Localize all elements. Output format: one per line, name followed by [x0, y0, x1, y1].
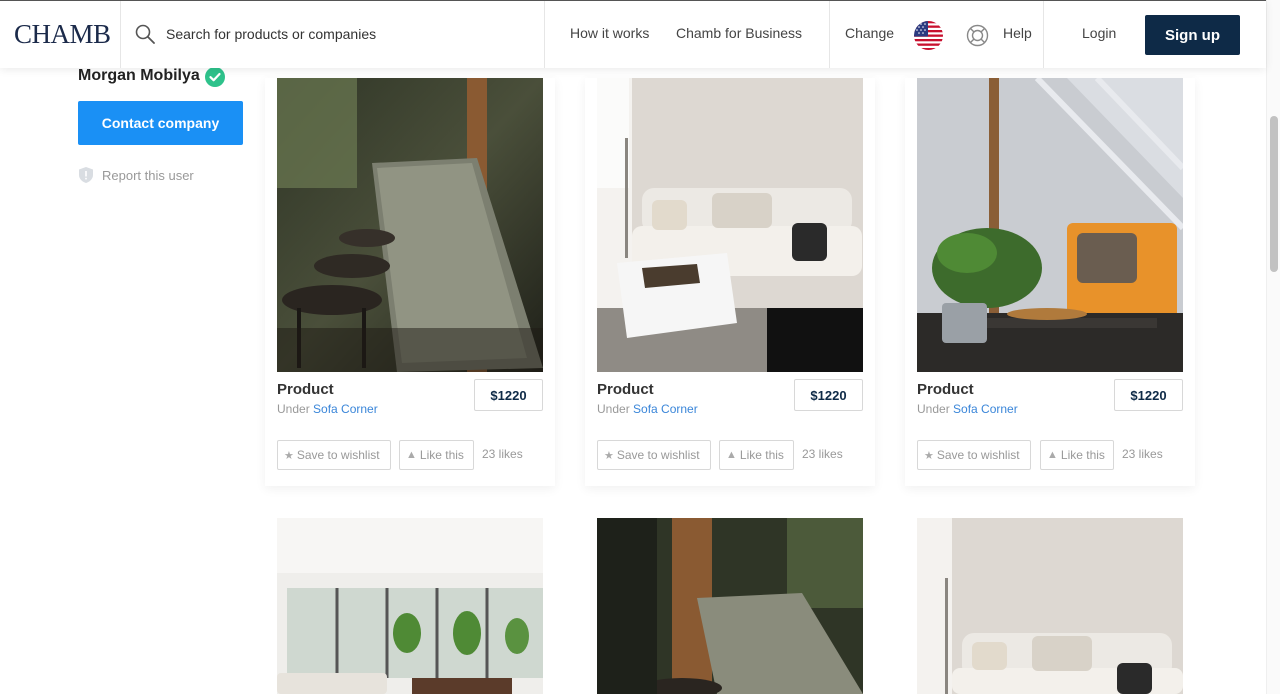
like-button[interactable]: ▲ Like this	[1040, 440, 1114, 470]
save-label: Save to wishlist	[936, 448, 1020, 462]
price-button[interactable]: $1220	[794, 379, 863, 411]
category-link[interactable]: Sofa Corner	[633, 402, 698, 416]
verified-check-icon	[205, 67, 225, 87]
like-button[interactable]: ▲ Like this	[719, 440, 794, 470]
scrollbar-thumb[interactable]	[1270, 116, 1278, 272]
thumbs-up-icon: ▲	[406, 449, 417, 461]
thumbs-up-icon: ▲	[1047, 449, 1058, 461]
product-category-line: Under Sofa Corner	[597, 402, 698, 416]
product-image-orange-chair[interactable]	[917, 78, 1183, 372]
nav-chamb-for-business[interactable]: Chamb for Business	[676, 25, 802, 41]
shield-icon	[79, 167, 93, 183]
likes-count: 23 likes	[482, 447, 523, 461]
product-card[interactable]: Product Under Sofa Corner $1220 ★ Save t…	[265, 78, 555, 486]
login-link[interactable]: Login	[1082, 25, 1116, 41]
report-user-link[interactable]: Report this user	[78, 166, 194, 184]
under-label: Under	[917, 402, 950, 416]
report-user-label: Report this user	[102, 167, 194, 183]
us-flag-icon[interactable]	[914, 21, 943, 50]
thumbs-up-icon: ▲	[726, 449, 737, 461]
save-to-wishlist-button[interactable]: ★ Save to wishlist	[597, 440, 711, 470]
page-scrollbar[interactable]	[1266, 0, 1280, 694]
change-language-link[interactable]: Change	[845, 25, 894, 41]
company-name: Morgan Mobilya	[78, 67, 200, 84]
product-title[interactable]: Product	[277, 381, 334, 398]
like-button[interactable]: ▲ Like this	[399, 440, 474, 470]
product-image-living-room[interactable]	[277, 518, 543, 694]
product-category-line: Under Sofa Corner	[917, 402, 1018, 416]
nav-how-it-works[interactable]: How it works	[570, 25, 649, 41]
search-icon	[135, 24, 155, 44]
divider	[829, 1, 830, 68]
under-label: Under	[597, 402, 630, 416]
likes-count: 23 likes	[1122, 447, 1163, 461]
product-image-white-sofa[interactable]	[917, 518, 1183, 694]
star-icon: ★	[604, 449, 614, 462]
under-label: Under	[277, 402, 310, 416]
product-category-line: Under Sofa Corner	[277, 402, 378, 416]
star-icon: ★	[924, 449, 934, 462]
divider	[120, 1, 121, 68]
product-image-white-sofa[interactable]	[597, 78, 863, 372]
signup-button[interactable]: Sign up	[1145, 15, 1240, 55]
save-label: Save to wishlist	[296, 448, 380, 462]
product-image-outdoor-table[interactable]	[277, 78, 543, 372]
save-to-wishlist-button[interactable]: ★ Save to wishlist	[277, 440, 391, 470]
product-title[interactable]: Product	[597, 381, 654, 398]
category-link[interactable]: Sofa Corner	[953, 402, 1018, 416]
like-label: Like this	[1060, 448, 1105, 462]
top-navbar: CHAMB How it works Chamb for Business Ch…	[0, 0, 1266, 68]
chamb-logo[interactable]: CHAMB	[14, 19, 111, 50]
contact-company-button[interactable]: Contact company	[78, 101, 243, 145]
star-icon: ★	[284, 449, 294, 462]
product-card[interactable]: Product Under Sofa Corner $1220 ★ Save t…	[585, 78, 875, 486]
search-input[interactable]	[166, 23, 378, 45]
product-card[interactable]: Product Under Sofa Corner $1220 ★ Save t…	[905, 78, 1195, 486]
product-title[interactable]: Product	[917, 381, 974, 398]
product-card[interactable]	[585, 518, 875, 694]
product-image-outdoor-table[interactable]	[597, 518, 863, 694]
like-label: Like this	[419, 448, 464, 462]
category-link[interactable]: Sofa Corner	[313, 402, 378, 416]
save-to-wishlist-button[interactable]: ★ Save to wishlist	[917, 440, 1031, 470]
price-button[interactable]: $1220	[1114, 379, 1183, 411]
save-label: Save to wishlist	[616, 448, 700, 462]
divider	[544, 1, 545, 68]
product-card[interactable]	[905, 518, 1195, 694]
likes-count: 23 likes	[802, 447, 843, 461]
lifebuoy-icon[interactable]	[966, 24, 989, 47]
price-button[interactable]: $1220	[474, 379, 543, 411]
like-label: Like this	[739, 448, 784, 462]
nav-help[interactable]: Help	[1003, 25, 1032, 41]
divider	[1043, 1, 1044, 68]
product-card[interactable]	[265, 518, 555, 694]
